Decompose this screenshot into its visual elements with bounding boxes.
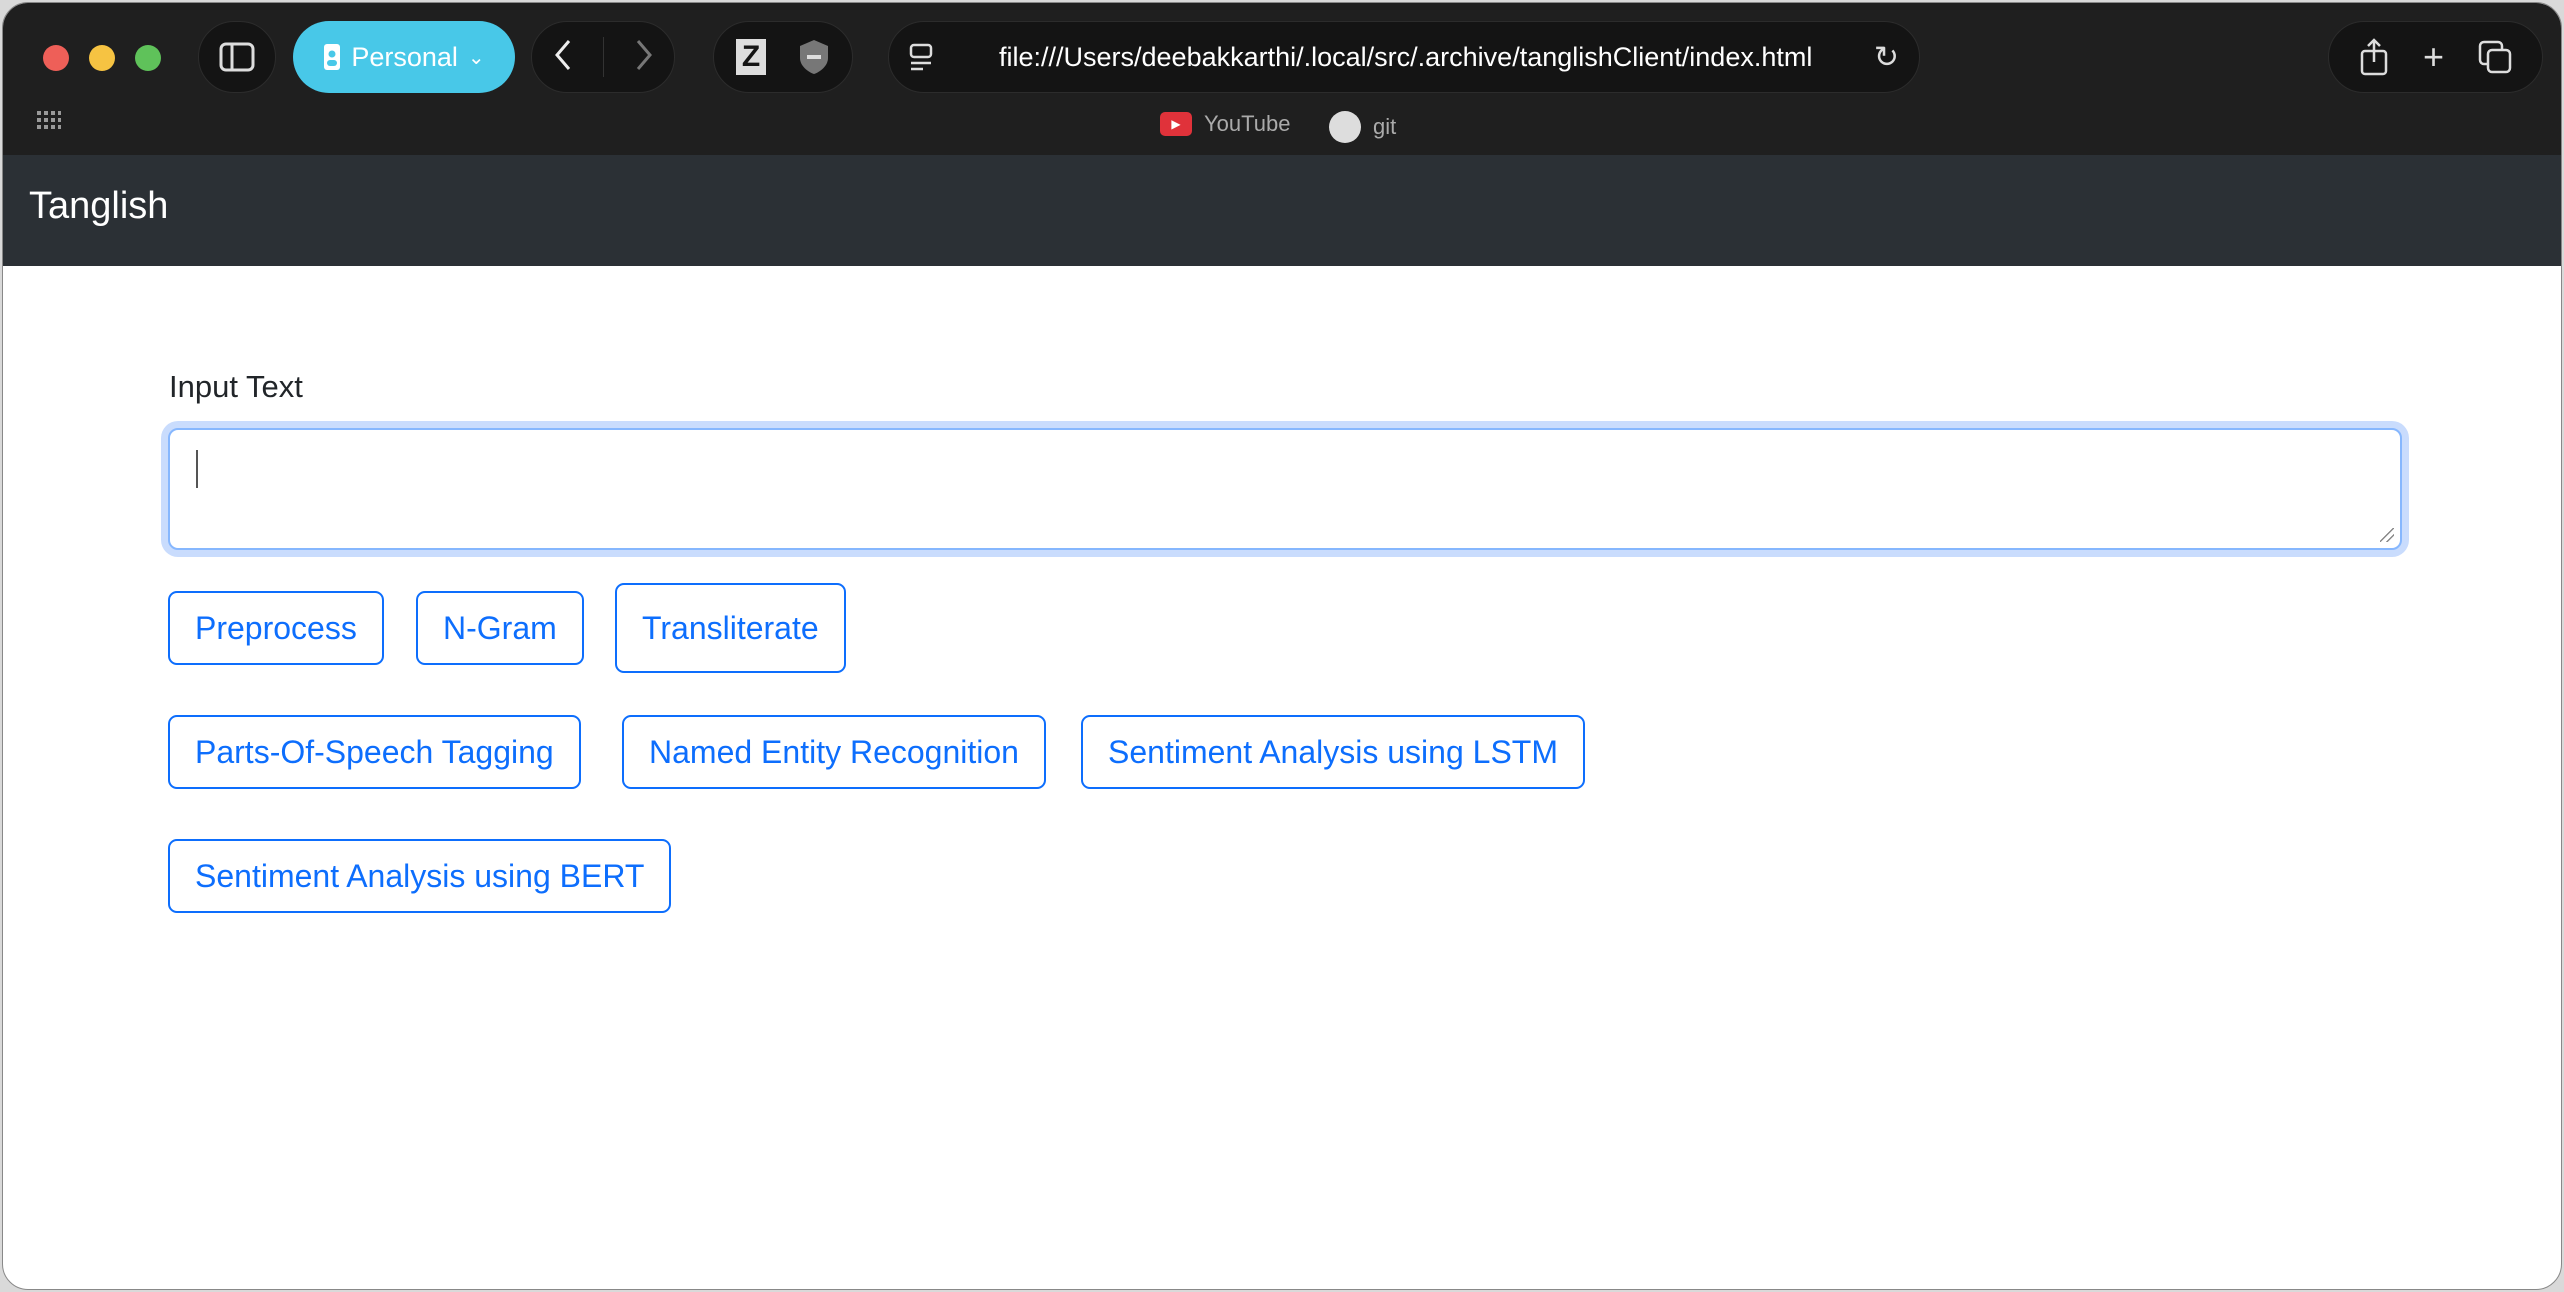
address-bar[interactable]: file:///Users/deebakkarthi/.local/src/.a…	[888, 21, 1920, 93]
ner-button[interactable]: Named Entity Recognition	[622, 715, 1046, 789]
browser-window: Personal ⌄ Z file:///Users/deebakkarthi/…	[2, 2, 2562, 1290]
maximize-window-button[interactable]	[135, 45, 161, 71]
profile-button[interactable]: Personal ⌄	[293, 21, 515, 93]
share-icon[interactable]	[2359, 38, 2389, 76]
new-tab-icon[interactable]: +	[2423, 36, 2444, 78]
extensions: Z	[713, 21, 853, 93]
nav-buttons	[531, 21, 675, 93]
sentiment-lstm-button[interactable]: Sentiment Analysis using LSTM	[1081, 715, 1585, 789]
navbar: Tanglish	[3, 155, 2561, 266]
chevron-down-icon: ⌄	[467, 46, 485, 69]
input-text-label: Input Text	[169, 369, 303, 404]
bookmark-label: YouTube	[1204, 111, 1291, 136]
pos-tagging-button[interactable]: Parts-Of-Speech Tagging	[168, 715, 581, 789]
bookmark-git[interactable]: git	[1329, 111, 1396, 143]
input-text-area[interactable]	[168, 428, 2402, 550]
toolbar-actions: +	[2328, 21, 2543, 93]
text-caret	[196, 450, 198, 488]
back-button[interactable]	[553, 38, 573, 77]
preprocess-button[interactable]: Preprocess	[168, 591, 384, 665]
bookmark-youtube[interactable]: ▶ YouTube	[1160, 111, 1290, 137]
url-text: file:///Users/deebakkarthi/.local/src/.a…	[999, 41, 1813, 72]
tab-overview-icon[interactable]	[2478, 40, 2512, 74]
chevron-right-icon	[636, 39, 652, 70]
chevron-left-icon	[554, 39, 570, 70]
navbar-brand[interactable]: Tanglish	[29, 185, 168, 228]
grid-apps-icon[interactable]	[37, 111, 61, 129]
bookmark-label: git	[1373, 114, 1397, 139]
page-menu-icon	[909, 43, 933, 71]
close-window-button[interactable]	[43, 45, 69, 71]
shield-icon[interactable]	[798, 38, 830, 76]
forward-button[interactable]	[634, 38, 654, 77]
sidebar-toggle-button[interactable]	[198, 21, 276, 93]
sidebar-icon	[219, 42, 255, 72]
github-icon	[1329, 111, 1361, 143]
youtube-icon: ▶	[1160, 112, 1192, 136]
ngram-button[interactable]: N-Gram	[416, 591, 584, 665]
browser-toolbar: Personal ⌄ Z file:///Users/deebakkarthi/…	[3, 3, 2561, 155]
minimize-window-button[interactable]	[89, 45, 115, 71]
transliterate-button[interactable]: Transliterate	[615, 583, 846, 673]
person-badge-icon	[323, 43, 341, 71]
resize-handle[interactable]	[2380, 528, 2394, 542]
reload-icon[interactable]: ↻	[1874, 40, 1899, 75]
zotero-extension-icon[interactable]: Z	[736, 39, 766, 75]
sentiment-bert-button[interactable]: Sentiment Analysis using BERT	[168, 839, 672, 913]
profile-label: Personal	[351, 41, 458, 72]
